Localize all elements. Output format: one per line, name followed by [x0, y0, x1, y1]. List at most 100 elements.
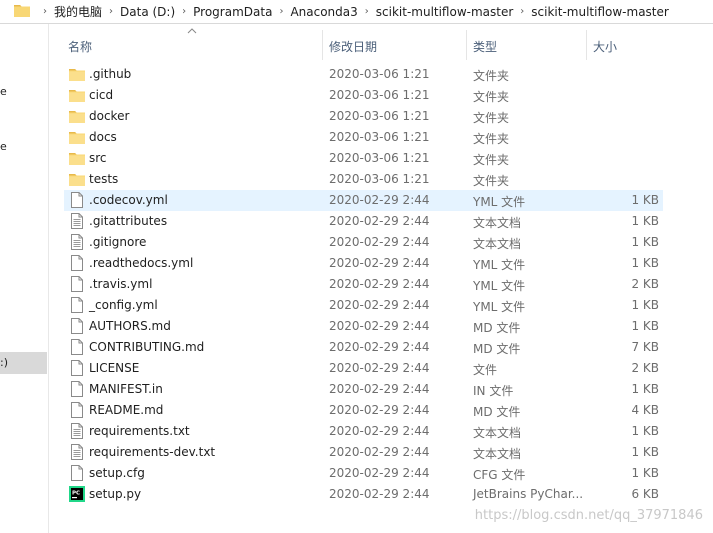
column-header-label: 修改日期 — [329, 40, 378, 54]
file-date-modified: 2020-02-29 2:44 — [329, 235, 430, 249]
file-date-modified: 2020-02-29 2:44 — [329, 256, 430, 270]
file-row[interactable]: requirements.txt 2020-02-29 2:44 文本文档 1 KB — [64, 421, 663, 442]
file-type: 文件夹 — [473, 90, 510, 104]
file-row[interactable]: CONTRIBUTING.md 2020-02-29 2:44 MD 文件 7 KB — [64, 337, 663, 358]
file-name: .travis.yml — [89, 277, 153, 291]
file-type: YML 文件 — [473, 279, 526, 293]
file-name: requirements.txt — [89, 424, 190, 438]
file-size: 1 KB — [631, 256, 659, 270]
pycharm-icon: PC — [69, 486, 85, 502]
file-row[interactable]: src 2020-03-06 1:21 文件夹 — [64, 148, 663, 169]
file-row[interactable]: requirements-dev.txt 2020-02-29 2:44 文本文档 1… — [64, 442, 663, 463]
file-date-modified: 2020-02-29 2:44 — [329, 298, 430, 312]
file-row[interactable]: docker 2020-03-06 1:21 文件夹 — [64, 106, 663, 127]
file-name: README.md — [89, 403, 164, 417]
file-row[interactable]: .gitignore 2020-02-29 2:44 文本文档 1 KB — [64, 232, 663, 253]
breadcrumb-chevron-icon[interactable]: › — [520, 6, 524, 17]
file-row[interactable]: .travis.yml 2020-02-29 2:44 YML 文件 2 KB — [64, 274, 663, 295]
navigation-pane[interactable]: e e :) — [0, 24, 47, 533]
file-name: .readthedocs.yml — [89, 256, 194, 270]
breadcrumb-item[interactable]: 我的电脑 — [54, 3, 102, 20]
file-date-modified: 2020-02-29 2:44 — [329, 466, 430, 480]
file-name: setup.cfg — [89, 466, 145, 480]
file-date-modified: 2020-03-06 1:21 — [329, 130, 430, 144]
breadcrumb-chevron-icon[interactable]: › — [43, 6, 47, 17]
column-header-date[interactable]: 修改日期 — [323, 26, 466, 62]
file-size: 1 KB — [631, 466, 659, 480]
file-row[interactable]: tests 2020-03-06 1:21 文件夹 — [64, 169, 663, 190]
file-type: 文本文档 — [473, 237, 522, 251]
file-row[interactable]: AUTHORS.md 2020-02-29 2:44 MD 文件 1 KB — [64, 316, 663, 337]
breadcrumb-item[interactable]: scikit-multiflow-master — [376, 5, 514, 19]
file-row[interactable]: .github 2020-03-06 1:21 文件夹 — [64, 64, 663, 85]
folder-icon — [69, 150, 85, 166]
file-row[interactable]: docs 2020-03-06 1:21 文件夹 — [64, 127, 663, 148]
file-type: MD 文件 — [473, 321, 521, 335]
file-date-modified: 2020-02-29 2:44 — [329, 340, 430, 354]
file-size: 1 KB — [631, 424, 659, 438]
breadcrumb-item[interactable]: Anaconda3 — [290, 5, 357, 19]
file-name: requirements-dev.txt — [89, 445, 216, 459]
breadcrumb-chevron-icon[interactable]: › — [182, 6, 186, 17]
file-type: 文本文档 — [473, 216, 522, 230]
file-icon — [69, 318, 85, 334]
pane-divider[interactable] — [48, 24, 49, 533]
breadcrumb-chevron-icon[interactable]: › — [279, 6, 283, 17]
file-row[interactable]: setup.cfg 2020-02-29 2:44 CFG 文件 1 KB — [64, 463, 663, 484]
file-icon — [69, 381, 85, 397]
file-type: YML 文件 — [473, 195, 526, 209]
file-row[interactable]: .readthedocs.yml 2020-02-29 2:44 YML 文件 1 K… — [64, 253, 663, 274]
file-name: tests — [89, 172, 119, 186]
file-name: _config.yml — [89, 298, 158, 312]
file-size: 2 KB — [631, 277, 659, 291]
file-date-modified: 2020-02-29 2:44 — [329, 403, 430, 417]
file-row[interactable]: LICENSE 2020-02-29 2:44 文件 2 KB — [64, 358, 663, 379]
column-header-size[interactable]: 大小 — [587, 26, 663, 62]
file-row[interactable]: .gitattributes 2020-02-29 2:44 文本文档 1 KB — [64, 211, 663, 232]
file-date-modified: 2020-02-29 2:44 — [329, 193, 430, 207]
file-name: CONTRIBUTING.md — [89, 340, 205, 354]
file-size: 1 KB — [631, 235, 659, 249]
file-row[interactable]: .codecov.yml 2020-02-29 2:44 YML 文件 1 KB — [64, 190, 663, 211]
breadcrumb-chevron-icon[interactable]: › — [365, 6, 369, 17]
breadcrumb-item[interactable]: ProgramData — [193, 5, 272, 19]
file-icon — [69, 297, 85, 313]
file-icon — [69, 255, 85, 271]
column-header-label: 大小 — [593, 40, 618, 54]
file-row[interactable]: README.md 2020-02-29 2:44 MD 文件 4 KB — [64, 400, 663, 421]
file-name: cicd — [89, 88, 114, 102]
file-name: LICENSE — [89, 361, 140, 375]
watermark: https://blog.csdn.net/qq_37971846 — [474, 508, 703, 523]
folder-icon — [69, 87, 85, 103]
file-date-modified: 2020-02-29 2:44 — [329, 445, 430, 459]
file-name: setup.py — [89, 487, 142, 501]
file-size: 1 KB — [631, 319, 659, 333]
file-type: IN 文件 — [473, 384, 514, 398]
breadcrumb-chevron-icon[interactable]: › — [109, 6, 113, 17]
file-name: MANIFEST.in — [89, 382, 163, 396]
file-icon — [69, 360, 85, 376]
file-row[interactable]: cicd 2020-03-06 1:21 文件夹 — [64, 85, 663, 106]
breadcrumb-item[interactable]: scikit-multiflow-master — [531, 5, 669, 19]
text-file-icon — [69, 423, 85, 439]
file-name: .codecov.yml — [89, 193, 168, 207]
text-file-icon — [69, 444, 85, 460]
column-header-type[interactable]: 类型 — [467, 26, 586, 62]
nav-item-selected[interactable]: :) — [0, 352, 47, 374]
file-row[interactable]: PC setup.py 2020-02-29 2:44 JetBrains PyCha… — [64, 484, 663, 505]
breadcrumb-item[interactable]: Data (D:) — [120, 5, 175, 19]
nav-item-fragment[interactable]: e — [0, 85, 7, 98]
address-bar[interactable]: › 我的电脑 › Data (D:) › ProgramData › Anaconda3 › sc… — [0, 0, 713, 24]
file-name: AUTHORS.md — [89, 319, 171, 333]
file-date-modified: 2020-03-06 1:21 — [329, 109, 430, 123]
file-type: YML 文件 — [473, 258, 526, 272]
file-icon — [69, 192, 85, 208]
file-row[interactable]: MANIFEST.in 2020-02-29 2:44 IN 文件 1 KB — [64, 379, 663, 400]
file-row[interactable]: _config.yml 2020-02-29 2:44 YML 文件 1 KB — [64, 295, 663, 316]
text-file-icon — [69, 213, 85, 229]
file-type: MD 文件 — [473, 342, 521, 356]
file-type: 文本文档 — [473, 426, 522, 440]
nav-item-fragment[interactable]: e — [0, 140, 7, 153]
file-icon — [69, 339, 85, 355]
file-name: .gitattributes — [89, 214, 168, 228]
